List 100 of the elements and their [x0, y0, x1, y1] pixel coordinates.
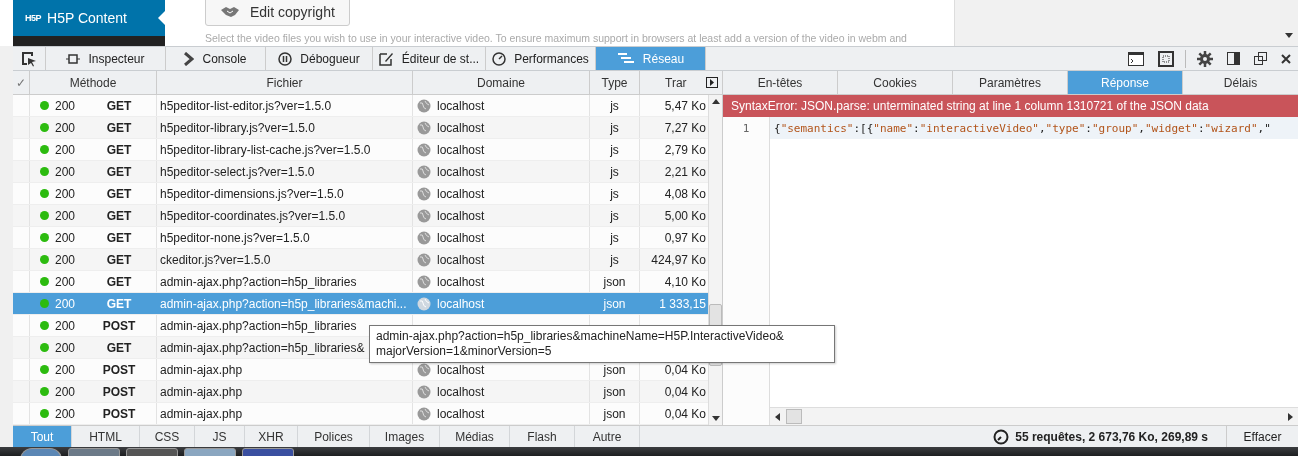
file-name: admin-ajax.php: [160, 362, 243, 377]
request-row[interactable]: 200 GET admin-ajax.php?action=h5p_libraries localhost json 4,10 Ko: [13, 271, 708, 293]
method: GET: [105, 120, 133, 135]
chevron-icon: [184, 51, 195, 66]
column-header[interactable]: Fichier: [157, 71, 413, 94]
status-dot: [40, 343, 49, 352]
dock-side-icon[interactable]: [1227, 52, 1240, 65]
status-dot: [40, 145, 49, 154]
status-code: 200: [55, 296, 77, 311]
status-code: 200: [55, 230, 77, 245]
request-row[interactable]: 200 POST admin-ajax.php localhost json 0,04 Ko: [13, 403, 708, 425]
transfer-size: 4,08 Ko: [664, 186, 706, 201]
globe-icon: [417, 98, 431, 113]
globe-icon: [417, 296, 431, 311]
domain: localhost: [437, 164, 485, 179]
status-dot: [40, 211, 49, 220]
transfer-size: 424,97 Ko: [651, 252, 706, 267]
globe-icon: [417, 230, 431, 245]
settings-icon[interactable]: [1197, 50, 1213, 67]
stopwatch-icon: [993, 428, 1010, 445]
panel-toggle-icon[interactable]: [706, 77, 718, 88]
file-name: h5peditor-library.js?ver=1.5.0: [160, 120, 315, 135]
transfer-size: 2,21 Ko: [664, 164, 706, 179]
column-header[interactable]: Type: [590, 71, 640, 94]
domain: localhost: [437, 98, 485, 113]
globe-icon: [417, 120, 431, 135]
transfer-size: 5,00 Ko: [664, 208, 706, 223]
scroll-left-icon: [775, 412, 780, 421]
devtools-tab[interactable]: Inspecteur: [46, 47, 166, 70]
method: GET: [105, 164, 133, 179]
status-dot: [40, 101, 49, 110]
devtools-tab[interactable]: Console: [166, 47, 266, 70]
request-row[interactable]: 200 POST admin-ajax.php localhost json 0,04 Ko: [13, 359, 708, 381]
request-row[interactable]: 200 GET h5peditor-dimensions.js?ver=1.5.0 localhost js 4,08 Ko: [13, 183, 708, 205]
window-icon[interactable]: [1254, 52, 1267, 65]
request-row[interactable]: 200 GET h5peditor-coordinates.js?ver=1.5.0 localhost js 5,00 Ko: [13, 205, 708, 227]
column-header[interactable]: Méthode: [30, 71, 157, 94]
method: POST: [101, 362, 137, 377]
file-type: js: [610, 208, 619, 223]
column-header[interactable]: ✓: [13, 71, 30, 94]
transfer-size: 0,04 Ko: [664, 362, 706, 377]
status-dot: [40, 277, 49, 286]
file-type: js: [610, 120, 619, 135]
globe-icon: [417, 274, 431, 289]
scrollbar[interactable]: [1280, 0, 1298, 46]
file-name: ckeditor.js?ver=1.5.0: [160, 252, 271, 267]
file-type: json: [603, 384, 626, 399]
request-summary: 55 requêtes, 2 673,76 Ko, 269,89 s: [1015, 429, 1208, 444]
close-icon[interactable]: [1281, 53, 1291, 64]
box-icon: [66, 52, 81, 65]
transfer-size: 1 333,15: [659, 296, 706, 311]
sidebar-item[interactable]: H5P H5P Content: [13, 0, 165, 36]
status-code: 200: [55, 252, 77, 267]
domain: localhost: [437, 142, 485, 157]
method: GET: [105, 142, 133, 157]
status-code: 200: [55, 98, 77, 113]
request-row[interactable]: 200 GET h5peditor-library-list-cache.js?ver=1.5.0 localhost js 2,79 Ko: [13, 139, 708, 161]
status-dot: [40, 123, 49, 132]
globe-icon: [417, 406, 431, 421]
column-header[interactable]: Trar: [640, 71, 722, 94]
request-row[interactable]: 200 GET h5peditor-none.js?ver=1.5.0 localhost js 0,97 Ko: [13, 227, 708, 249]
method: POST: [101, 384, 137, 399]
domain: localhost: [437, 296, 485, 311]
request-row[interactable]: 200 GET h5peditor-select.js?ver=1.5.0 localhost js 2,21 Ko: [13, 161, 708, 183]
edit-icon: [378, 51, 394, 66]
detail-tab[interactable]: Délais: [1183, 71, 1298, 94]
status-code: 200: [55, 120, 77, 135]
domain: localhost: [437, 230, 485, 245]
request-row[interactable]: 200 GET ckeditor.js?ver=1.5.0 localhost js 424,97 Ko: [13, 249, 708, 271]
devtools-tab[interactable]: Éditeur de st...: [373, 47, 486, 70]
method: GET: [105, 230, 133, 245]
globe-icon: [417, 208, 431, 223]
file-name: h5peditor-coordinates.js?ver=1.5.0: [160, 208, 346, 223]
console-icon[interactable]: [1128, 51, 1144, 66]
column-header[interactable]: Domaine: [413, 71, 590, 94]
screenshot-icon[interactable]: [1158, 50, 1174, 67]
status-code: 200: [55, 164, 77, 179]
status-dot: [40, 321, 49, 330]
edit-copyright-button[interactable]: Edit copyright: [205, 0, 350, 26]
scroll-thumb[interactable]: [786, 409, 802, 424]
status-dot: [40, 233, 49, 242]
scroll-up-icon: [711, 99, 720, 104]
devtools-tab[interactable]: Débogueur: [266, 47, 373, 70]
globe-icon: [417, 362, 431, 377]
request-row[interactable]: 200 GET h5peditor-library.js?ver=1.5.0 localhost js 7,27 Ko: [13, 117, 708, 139]
status-code: 200: [55, 384, 77, 399]
status-code: 200: [55, 186, 77, 201]
domain: localhost: [437, 274, 485, 289]
transfer-size: 2,79 Ko: [664, 142, 706, 157]
file-type: js: [610, 230, 619, 245]
request-row[interactable]: 200 POST admin-ajax.php localhost json 0,04 Ko: [13, 381, 708, 403]
request-row[interactable]: 200 GET h5peditor-list-editor.js?ver=1.5.0 localhost js 5,47 Ko: [13, 95, 708, 117]
globe-icon: [417, 186, 431, 201]
detail-tab[interactable]: En-têtes: [723, 71, 838, 94]
file-name: h5peditor-list-editor.js?ver=1.5.0: [160, 98, 332, 113]
horizontal-scrollbar[interactable]: [770, 407, 1298, 425]
method: POST: [101, 318, 137, 333]
detail-tab[interactable]: Cookies: [838, 71, 953, 94]
method: GET: [105, 98, 133, 113]
status-dot: [40, 255, 49, 264]
